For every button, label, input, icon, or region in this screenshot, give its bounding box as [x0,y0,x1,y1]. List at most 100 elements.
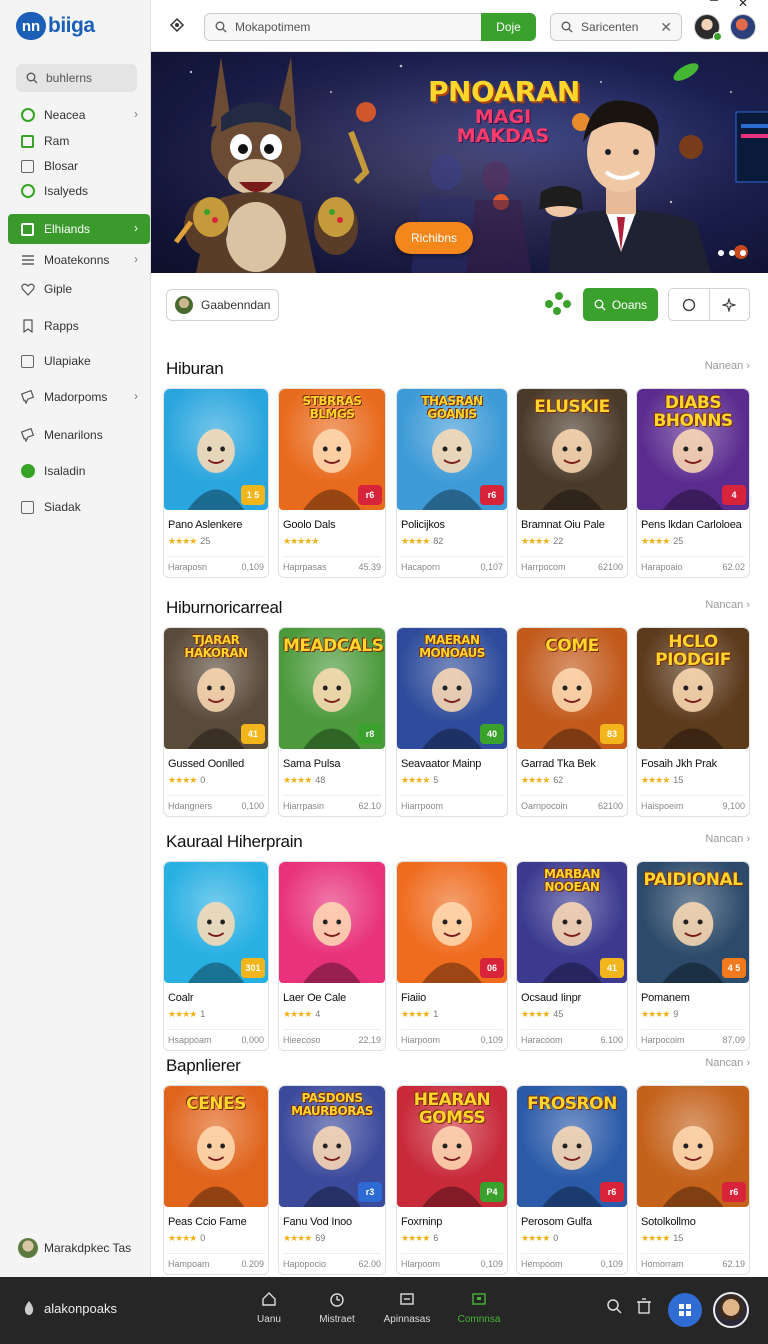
game-rating: ★★★★ 0 [168,1233,205,1244]
circle-view-icon[interactable] [669,289,710,320]
sidebar-item[interactable]: Rapps [8,311,150,341]
game-card[interactable]: Laer Oe Cale ★★★★ 4 Hieecoso 22.19 [278,861,386,1051]
sidebar-item[interactable]: Isaladin [8,456,150,486]
sidebar-item[interactable]: Madorpoms › [8,382,150,412]
section-more-link[interactable]: Nancan › [705,599,750,611]
sidebar-item-label: Elhiands [44,222,91,236]
game-card[interactable]: THASRAN GOANIS r6 Policijkos ★★★★ 82 Hacaporn… [396,388,508,578]
avatar[interactable] [730,14,756,40]
search-icon[interactable] [606,1298,622,1319]
apps-grid-button[interactable] [668,1293,702,1327]
minimize-icon[interactable] [709,0,719,10]
game-card[interactable]: FROSRON r6 Perosom Gulfa ★★★★ 0 Hempoom 0,109 [516,1085,628,1275]
game-rating: ★★★★ 45 [521,1009,563,1020]
rating-value: 15 [673,775,684,785]
game-title: Pens lkdan Carloloea [641,519,742,531]
bottom-tab[interactable]: Uanu [239,1291,299,1325]
rating-value: 0 [200,1233,206,1243]
window-close-icon[interactable]: ✕ [738,0,748,10]
sparkle-icon[interactable] [710,289,750,320]
section-more-link[interactable]: Nanean › [705,360,750,372]
sidebar-item[interactable]: Elhiands › [8,214,150,244]
close-icon[interactable]: ✕ [660,19,672,36]
game-art-title: ELUSKIE [534,397,610,417]
game-meta-right: 22.19 [358,1035,381,1045]
game-meta-left: Hlarpoom [401,1259,441,1269]
filter-chip-label: Gaabenndan [201,298,271,312]
game-card[interactable]: STBRRAS BLMGS r6 Goolo Dals ★★★★★ Haprpasas 4… [278,388,386,578]
game-card[interactable]: PAIDIONAL 4 5 Pomanem ★★★★ 9 Harpocoim 87.09 [636,861,750,1051]
game-card[interactable]: HCLO PIODGIF Fosaih Jkh Prak ★★★★ 15 Haispoe… [636,627,750,817]
age-rating-badge: r6 [480,485,504,505]
search-filter-button[interactable]: Ooans [583,288,658,321]
filter-chip[interactable]: Gaabenndan [166,289,279,321]
game-card[interactable]: PASDONS MAURBORAS r3 Fanu Vod Inoo ★★★★ 69 Ha… [278,1085,386,1275]
app-logo[interactable]: nn biiga [16,12,95,40]
age-rating-badge: 4 [722,485,746,505]
secondary-search-input[interactable]: Saricenten ✕ [550,13,682,41]
game-meta-right: 62100 [597,562,623,572]
game-card[interactable]: MAERAN MONOAUS 40 Seavaator Mainp ★★★★ 5 Hiar… [396,627,508,817]
sidebar-search[interactable]: buhlerns [16,64,137,92]
sidebar-item[interactable]: Menarilons [8,420,150,450]
game-card[interactable]: 301 Coalr ★★★★ 1 Hsappoam 0,000 [163,861,269,1051]
game-meta-right: 0,109 [480,1259,503,1269]
game-art-title: MEADCALS [283,636,384,656]
game-card[interactable]: 1 5 Pano Aslenkere ★★★★ 25 Haraposn 0,109 [163,388,269,578]
bottom-brand[interactable]: alakonpoaks [22,1300,117,1316]
search-placeholder: Mokapotimem [235,20,311,34]
game-card[interactable]: HEARAN GOMSS P4 Foxrninp ★★★★ 6 Hlarpoom 0,109 [396,1085,508,1275]
game-meta-left: Harapoaio [641,562,683,572]
game-meta-left: Harpocoim [641,1035,685,1045]
game-card[interactable]: ELUSKIE Bramnat Oiu Pale ★★★★ 22 Harrpocom 62… [516,388,628,578]
game-title: Coalr [168,992,194,1004]
avatar [175,296,193,314]
avatar[interactable] [713,1292,749,1328]
game-meta: Hempoom 0,109 [521,1253,623,1269]
game-card[interactable]: TJARAR HAKORAN 41 Gussed Oonlled ★★★★ 0 Hdang… [163,627,269,817]
sidebar-footer[interactable]: Marakdpkec Tas [18,1238,131,1258]
game-card[interactable]: COME 83 Garrad Tka Bek ★★★★ 62 Oarnpocoin 6210… [516,627,628,817]
game-art-title: COME [545,636,599,656]
game-card[interactable]: r6 Sotolkollmo ★★★★ 15 Homorram 62.19 [636,1085,750,1275]
game-art-title: STBRRAS BLMGS [302,394,362,421]
search-filter-label: Ooans [611,297,648,312]
search-input[interactable]: Mokapotimem Doje [204,13,536,41]
game-card[interactable]: MEADCALS r8 Sama Pulsa ★★★★ 48 Hiarrpasin 62.1… [278,627,386,817]
trash-icon[interactable] [636,1298,652,1319]
game-card[interactable]: DIABS BHONNS 4 Pens lkdan Carloloea ★★★★ 25 H… [636,388,750,578]
game-meta-right: 0,000 [241,1035,264,1045]
sidebar-item[interactable]: Moatekonns › [8,245,150,275]
sidebar-item[interactable]: Isalyeds [8,176,150,206]
carousel-dots[interactable] [718,250,746,256]
game-thumbnail: PASDONS MAURBORAS r3 [279,1086,385,1207]
sidebar-item-label: Isalyeds [44,184,89,198]
sidebar-item[interactable]: Ulapiake [8,346,150,376]
game-thumbnail: MARBAN NOOEAN 41 [517,862,627,983]
clover-icon[interactable] [545,292,573,316]
bottom-tab[interactable]: Apinnasas [377,1291,437,1325]
sidebar-item[interactable]: Siadak [8,492,150,522]
hero-cta-button[interactable]: Richibns [395,222,473,254]
game-meta-left: Hacaporn [401,562,441,572]
game-rating: ★★★★ 15 [641,1233,683,1244]
home-icon[interactable] [169,17,185,38]
game-meta-right: 0,100 [241,801,264,811]
sidebar-item[interactable]: Giple [8,274,150,304]
hero-banner[interactable]: PNOARAN MAGI MAKDAS Richibns [151,52,768,273]
game-card[interactable]: MARBAN NOOEAN 41 Ocsaud Iinpr ★★★★ 45 Haracoo… [516,861,628,1051]
section-more-link[interactable]: Nancan › [705,833,750,845]
section-more-link[interactable]: Nancan › [705,1057,750,1069]
bottom-tab[interactable]: Comnnsa [449,1291,509,1325]
chevron-right-icon: › [134,107,138,121]
game-rating: ★★★★ 15 [641,775,683,786]
search-button[interactable]: Doje [481,13,536,41]
game-thumbnail: THASRAN GOANIS r6 [397,389,507,510]
game-thumbnail: 1 5 [164,389,268,510]
star-rating-icon: ★★★★ [401,536,430,546]
game-card[interactable]: 06 Fiaiio ★★★★ 1 Hiarpoom 0,109 [396,861,508,1051]
clock-icon [307,1291,367,1312]
game-rating: ★★★★ 62 [521,775,563,786]
bottom-tab[interactable]: Mistraet [307,1291,367,1325]
game-card[interactable]: CENES Peas Ccio Fame ★★★★ 0 Hampoam 0.209 [163,1085,269,1275]
